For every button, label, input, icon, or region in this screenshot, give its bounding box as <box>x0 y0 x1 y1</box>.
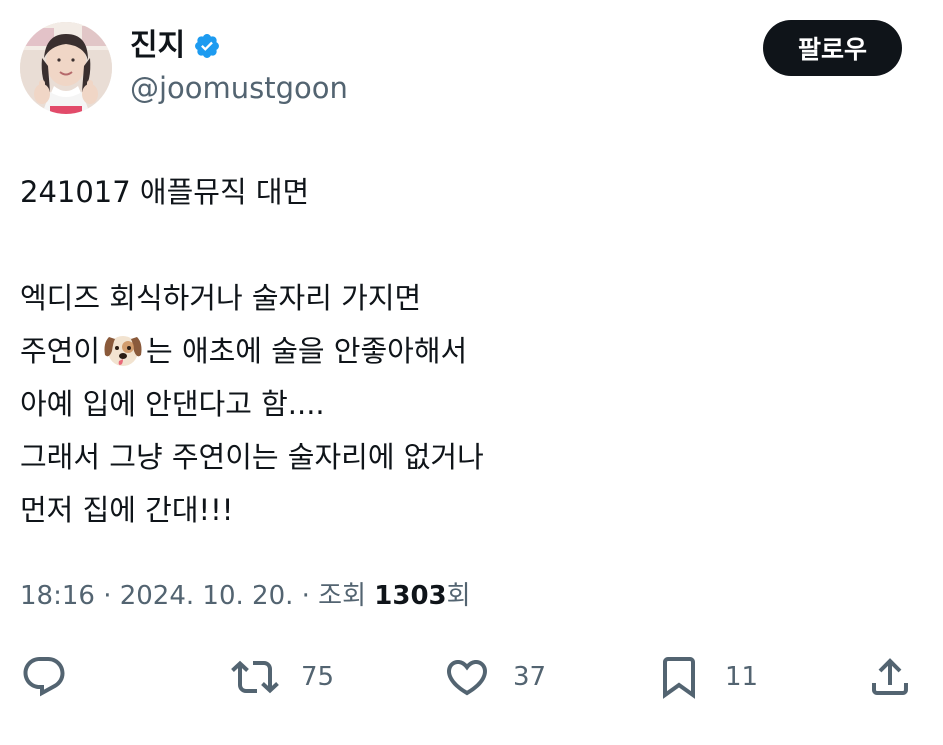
tweet-line: 먼저 집에 간대!!! <box>20 493 234 527</box>
display-name[interactable]: 진지 <box>130 28 221 64</box>
tweet-line: 엑디즈 회식하거나 술자리 가지면 <box>20 281 422 315</box>
display-name-text: 진지 <box>130 28 186 63</box>
reply-icon <box>23 657 65 697</box>
tweet-line: 241017 애플뮤직 대면 <box>20 175 310 209</box>
tweet-meta: 18:16 · 2024. 10. 20. · 조회 1303회 <box>20 578 471 614</box>
avatar[interactable] <box>20 22 112 114</box>
timestamp[interactable]: 18:16 · 2024. 10. 20. · 조회 <box>20 581 374 611</box>
verified-badge-icon <box>193 32 221 60</box>
action-bar: 75 37 11 <box>0 650 943 704</box>
retweet-icon <box>231 660 279 694</box>
like-button[interactable]: 37 <box>443 650 546 704</box>
dog-face-emoji <box>101 329 145 369</box>
tweet-line: 아예 입에 안댄다고 함.... <box>20 387 325 421</box>
avatar-image <box>20 22 112 114</box>
share-button[interactable] <box>866 650 914 704</box>
retweet-count: 75 <box>301 662 335 692</box>
bookmark-count: 11 <box>725 662 759 692</box>
view-count-suffix: 회 <box>446 581 471 611</box>
bookmark-icon <box>663 657 695 699</box>
follow-button[interactable]: 팔로우 <box>763 20 902 76</box>
bookmark-button[interactable]: 11 <box>655 650 758 704</box>
like-count: 37 <box>513 662 547 692</box>
tweet-line: 그래서 그냥 주연이는 술자리에 없거나 <box>20 440 484 474</box>
tweet-line-part: 는 애초에 술을 안좋아해서 <box>146 334 468 368</box>
retweet-button[interactable]: 75 <box>231 650 334 704</box>
tweet-line-part: 주연이 <box>20 334 101 368</box>
tweet-text: 241017 애플뮤직 대면 엑디즈 회식하거나 술자리 가지면 주연이 는 애… <box>20 166 920 537</box>
view-count: 1303 <box>374 581 447 611</box>
heart-icon <box>446 660 488 696</box>
user-handle[interactable]: @joomustgoon <box>130 70 348 106</box>
tweet-line-with-emoji: 주연이 는 애초에 술을 안좋아해서 <box>20 325 920 378</box>
share-icon <box>872 658 908 695</box>
reply-button[interactable] <box>20 650 68 704</box>
